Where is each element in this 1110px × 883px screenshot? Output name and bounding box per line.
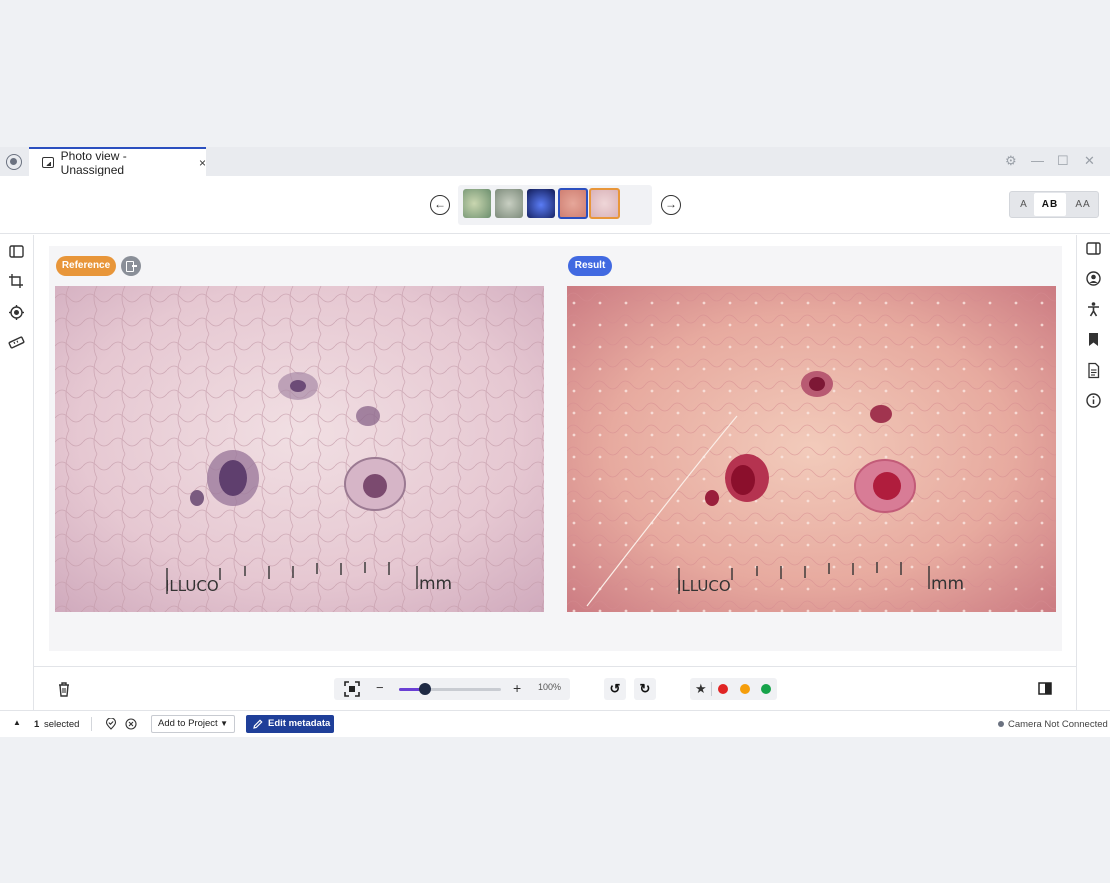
zoom-slider[interactable] bbox=[399, 688, 501, 691]
thumbnail-1[interactable] bbox=[463, 189, 491, 218]
status-bar: ▲ 1 selected Add to Project ▼ Edit metad… bbox=[0, 710, 1110, 737]
color-label-group: ★ bbox=[690, 678, 777, 700]
patient-icon[interactable] bbox=[1085, 270, 1102, 287]
previous-arrow-icon[interactable]: ← bbox=[430, 195, 450, 215]
reference-unit-text: mm bbox=[419, 574, 452, 594]
mode-ab-button[interactable]: AB bbox=[1034, 193, 1066, 216]
bottom-toolbar: − + 100% ↺ ↻ ★ bbox=[34, 666, 1076, 710]
star-icon[interactable]: ★ bbox=[695, 681, 707, 697]
edit-metadata-button[interactable]: Edit metadata bbox=[246, 715, 334, 733]
zoom-control: − + 100% bbox=[334, 678, 570, 700]
deselect-icon[interactable] bbox=[125, 718, 137, 730]
tab-close-icon[interactable]: × bbox=[199, 156, 206, 170]
divider bbox=[91, 717, 92, 731]
close-icon[interactable]: ✕ bbox=[1084, 153, 1095, 169]
tab-photo-view[interactable]: Photo view - Unassigned × bbox=[29, 147, 206, 177]
top-toolbar: ← → A AB AA bbox=[0, 176, 1110, 234]
next-arrow-icon[interactable]: → bbox=[661, 195, 681, 215]
expand-icon[interactable]: ▲ bbox=[13, 718, 21, 727]
swap-icon[interactable] bbox=[121, 256, 141, 276]
reference-brand-text: ILLUCO bbox=[165, 577, 219, 595]
zoom-in-button[interactable]: + bbox=[513, 680, 521, 696]
title-bar: Photo view - Unassigned × ⚙ — ☐ ✕ bbox=[0, 147, 1110, 177]
reference-image[interactable]: ILLUCO mm bbox=[55, 286, 544, 612]
result-badge: Result bbox=[568, 256, 612, 276]
view-mode-toggle: A AB AA bbox=[1009, 191, 1099, 218]
minimize-icon[interactable]: — bbox=[1031, 153, 1044, 168]
thumbnail-strip bbox=[458, 185, 652, 225]
camera-status-dot bbox=[998, 721, 1004, 727]
ruler-icon[interactable] bbox=[8, 334, 25, 351]
left-sidebar bbox=[0, 235, 34, 710]
result-unit-text: mm bbox=[931, 574, 964, 594]
divider bbox=[711, 682, 712, 696]
info-icon[interactable] bbox=[1085, 392, 1102, 409]
image-icon bbox=[42, 157, 54, 168]
result-image[interactable]: ILLUCO mm bbox=[567, 286, 1056, 612]
compare-panel: Reference Result ILLUCO mm ILLUCO mm bbox=[49, 246, 1062, 651]
result-brand-text: ILLUCO bbox=[677, 577, 731, 595]
thumbnail-2[interactable] bbox=[495, 189, 523, 218]
red-label-dot[interactable] bbox=[718, 684, 728, 694]
edit-metadata-label: Edit metadata bbox=[268, 718, 331, 729]
rotate-right-button[interactable]: ↻ bbox=[634, 678, 656, 700]
document-icon[interactable] bbox=[1085, 362, 1102, 379]
orange-label-dot[interactable] bbox=[740, 684, 750, 694]
add-to-project-label: Add to Project bbox=[158, 718, 218, 729]
pencil-icon bbox=[253, 719, 263, 729]
zoom-out-button[interactable]: − bbox=[376, 680, 384, 695]
mode-aa-button[interactable]: AA bbox=[1068, 193, 1098, 216]
camera-status: Camera Not Connected bbox=[1008, 719, 1108, 730]
pin-check-icon[interactable] bbox=[105, 718, 117, 730]
green-label-dot[interactable] bbox=[761, 684, 771, 694]
photo-view-app: Photo view - Unassigned × ⚙ — ☐ ✕ ← → A … bbox=[0, 147, 1110, 737]
thumbnail-3[interactable] bbox=[527, 189, 555, 218]
thumbnail-4[interactable] bbox=[558, 188, 588, 219]
fit-screen-icon[interactable] bbox=[344, 681, 360, 697]
thumbnail-5[interactable] bbox=[589, 188, 620, 219]
reference-badge: Reference bbox=[56, 256, 116, 276]
compare-canvas: Reference Result ILLUCO mm ILLUCO mm bbox=[34, 235, 1076, 666]
body-map-icon[interactable] bbox=[1085, 301, 1102, 318]
panel-right-icon[interactable] bbox=[1085, 240, 1102, 257]
tab-title: Photo view - Unassigned bbox=[60, 148, 127, 177]
crop-icon[interactable] bbox=[8, 273, 25, 290]
add-to-project-dropdown[interactable]: Add to Project ▼ bbox=[151, 715, 235, 733]
right-sidebar bbox=[1076, 235, 1110, 710]
bookmark-icon[interactable] bbox=[1085, 331, 1102, 348]
zoom-level: 100% bbox=[538, 682, 562, 692]
app-logo-icon[interactable] bbox=[6, 154, 22, 170]
settings-icon[interactable]: ⚙ bbox=[1005, 153, 1017, 169]
selected-label: selected bbox=[44, 719, 80, 730]
split-view-icon[interactable] bbox=[1038, 682, 1052, 695]
chevron-down-icon: ▼ bbox=[220, 719, 228, 728]
zoom-slider-handle[interactable] bbox=[418, 683, 431, 695]
selected-count: 1 bbox=[34, 719, 40, 730]
focus-icon[interactable] bbox=[8, 304, 25, 321]
maximize-icon[interactable]: ☐ bbox=[1057, 153, 1069, 169]
panel-left-icon[interactable] bbox=[8, 243, 25, 260]
rotate-left-button[interactable]: ↺ bbox=[604, 678, 626, 700]
trash-icon[interactable] bbox=[57, 681, 71, 697]
